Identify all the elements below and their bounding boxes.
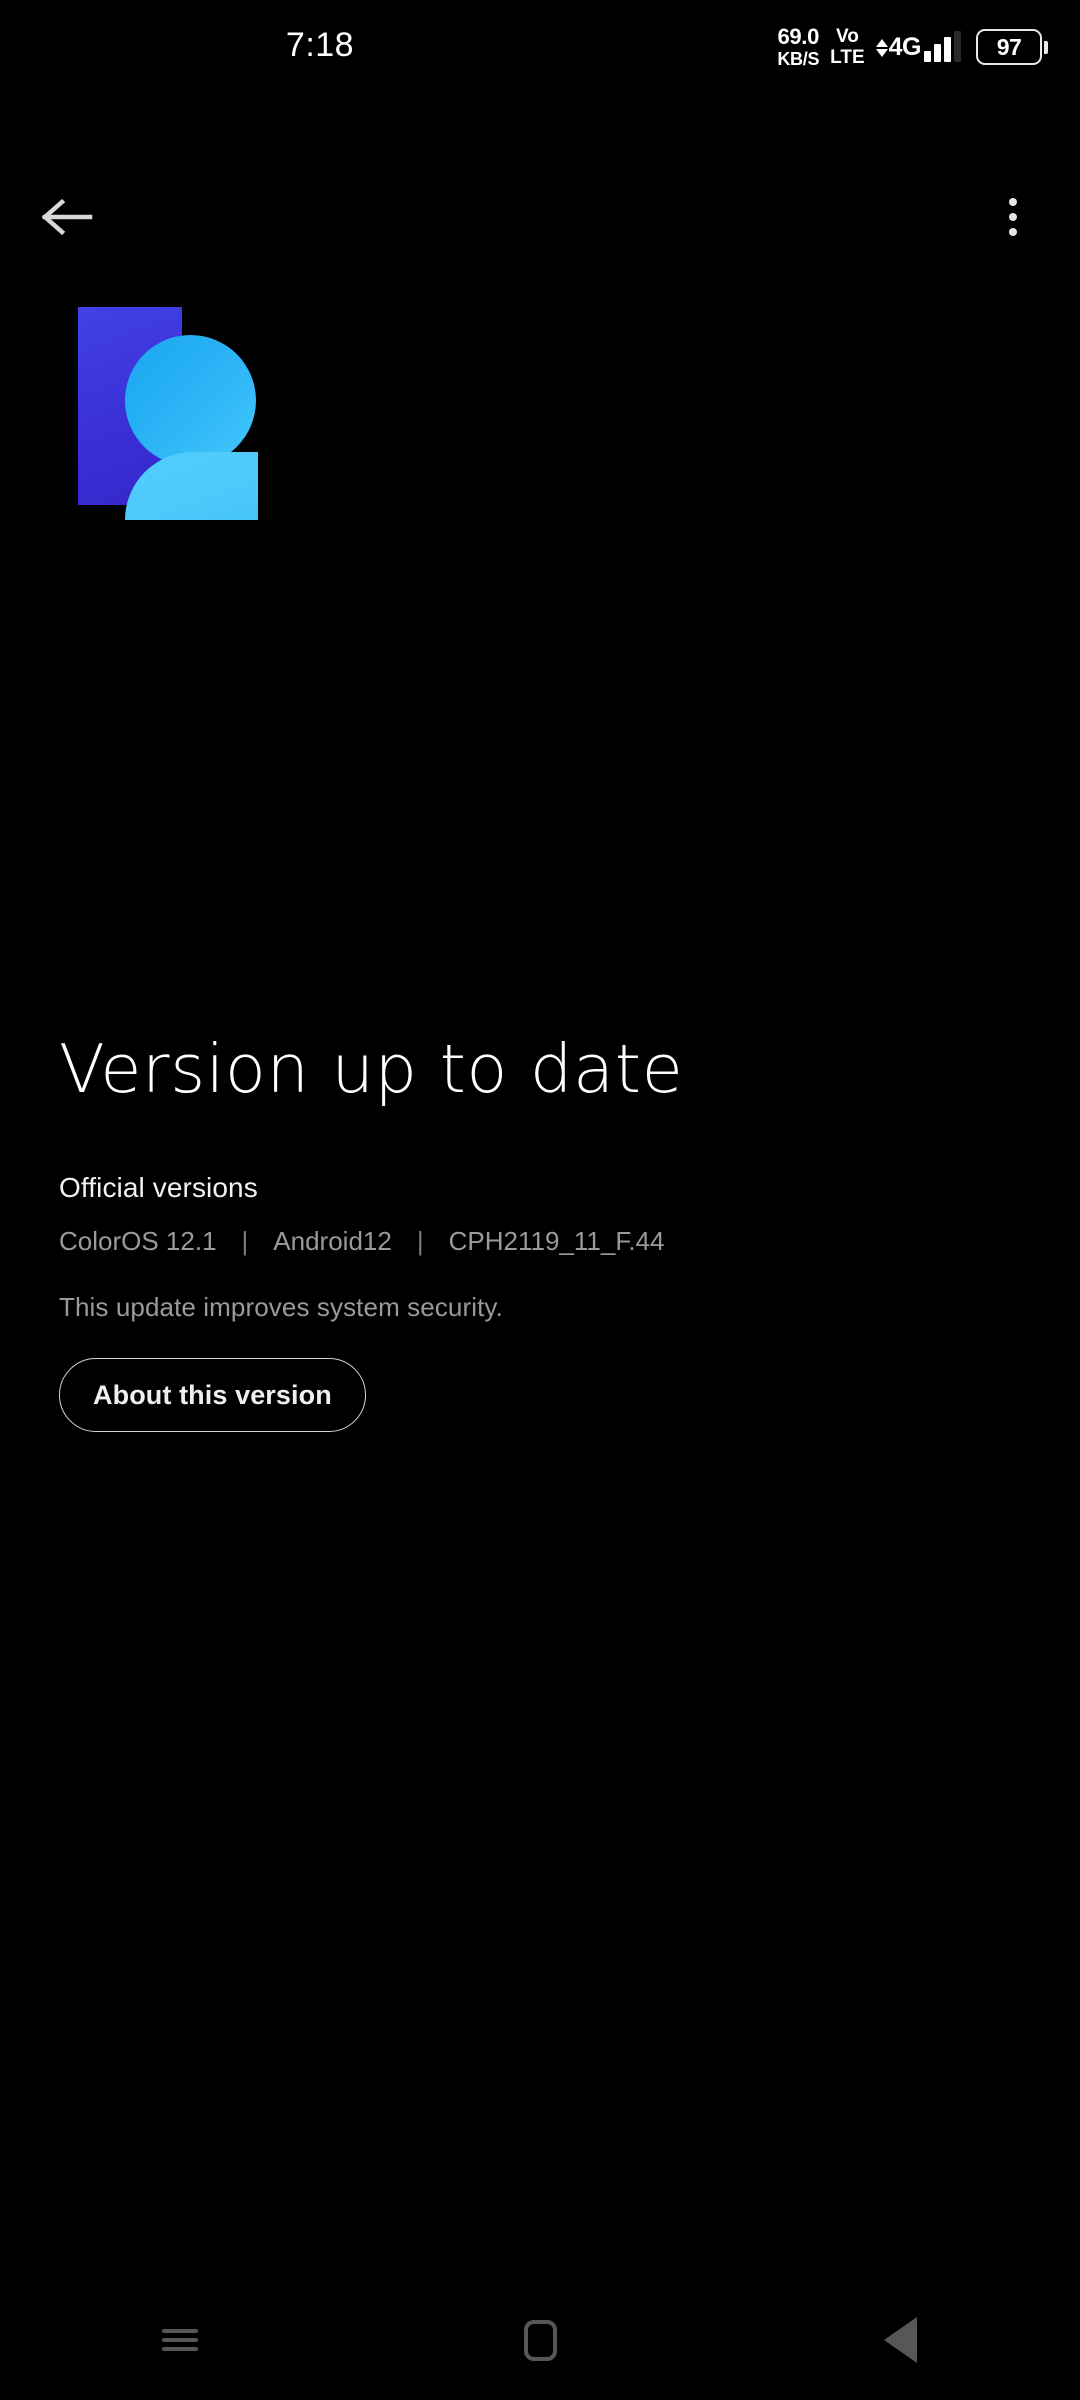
overflow-menu-icon-dot [1009,213,1017,221]
nav-recents-button[interactable] [0,2280,360,2400]
overflow-menu-icon-dot [1009,228,1017,236]
volte-label-bottom: LTE [830,47,865,68]
back-button[interactable] [28,178,106,256]
data-transfer-arrows-icon [875,38,888,57]
system-navigation-bar [0,2280,1080,2400]
update-status-content: Version up to date Official versions Col… [59,1030,1021,1433]
official-versions-label: Official versions [59,1172,258,1204]
volte-label-top: Vo [835,26,859,47]
nav-home-button[interactable] [360,2280,720,2400]
network-speed-indicator: 69.0 KB/S [777,24,820,69]
volte-icon: Vo LTE [830,27,864,67]
system-update-illustration [78,305,338,520]
signal-bars-icon [924,31,961,62]
status-bar-indicators: 69.0 KB/S Vo LTE 4G 97 [777,22,1048,72]
status-bar: 7:18 69.0 KB/S Vo LTE 4G 97 [0,0,1080,92]
about-this-version-button[interactable]: About this version [59,1358,366,1433]
battery-tip [1044,40,1048,54]
back-arrow-icon [41,198,93,236]
mobile-network-indicator: 4G [875,31,961,62]
overflow-menu-button[interactable] [974,178,1052,256]
page-title: Version up to date [59,1030,684,1108]
network-speed-value: 69.0 [777,24,820,49]
back-triangle-icon [883,2317,917,2363]
network-type-label: 4G [888,33,922,61]
illustration-circle-shape [125,335,256,466]
network-speed-unit: KB/S [777,49,820,69]
recents-menu-icon [162,2324,198,2356]
overflow-menu-icon-dot [1009,198,1017,206]
app-bar [0,170,1080,262]
battery-percent-label: 97 [976,29,1042,65]
coloros-version: ColorOS 12.1 [59,1226,217,1257]
build-number: CPH2119_11_F.44 [448,1226,665,1257]
nav-back-button[interactable] [720,2280,1080,2400]
version-info-row: ColorOS 12.1 | Android12 | CPH2119_11_F.… [59,1226,1021,1257]
version-separator: | [241,1226,249,1257]
network-type-block: 4G [875,33,922,62]
update-description: This update improves system security. [59,1292,503,1323]
home-square-icon [523,2319,557,2361]
battery-icon: 97 [976,29,1048,65]
version-separator: | [416,1226,424,1257]
android-version: Android12 [273,1226,392,1257]
status-bar-clock: 7:18 [285,26,355,64]
